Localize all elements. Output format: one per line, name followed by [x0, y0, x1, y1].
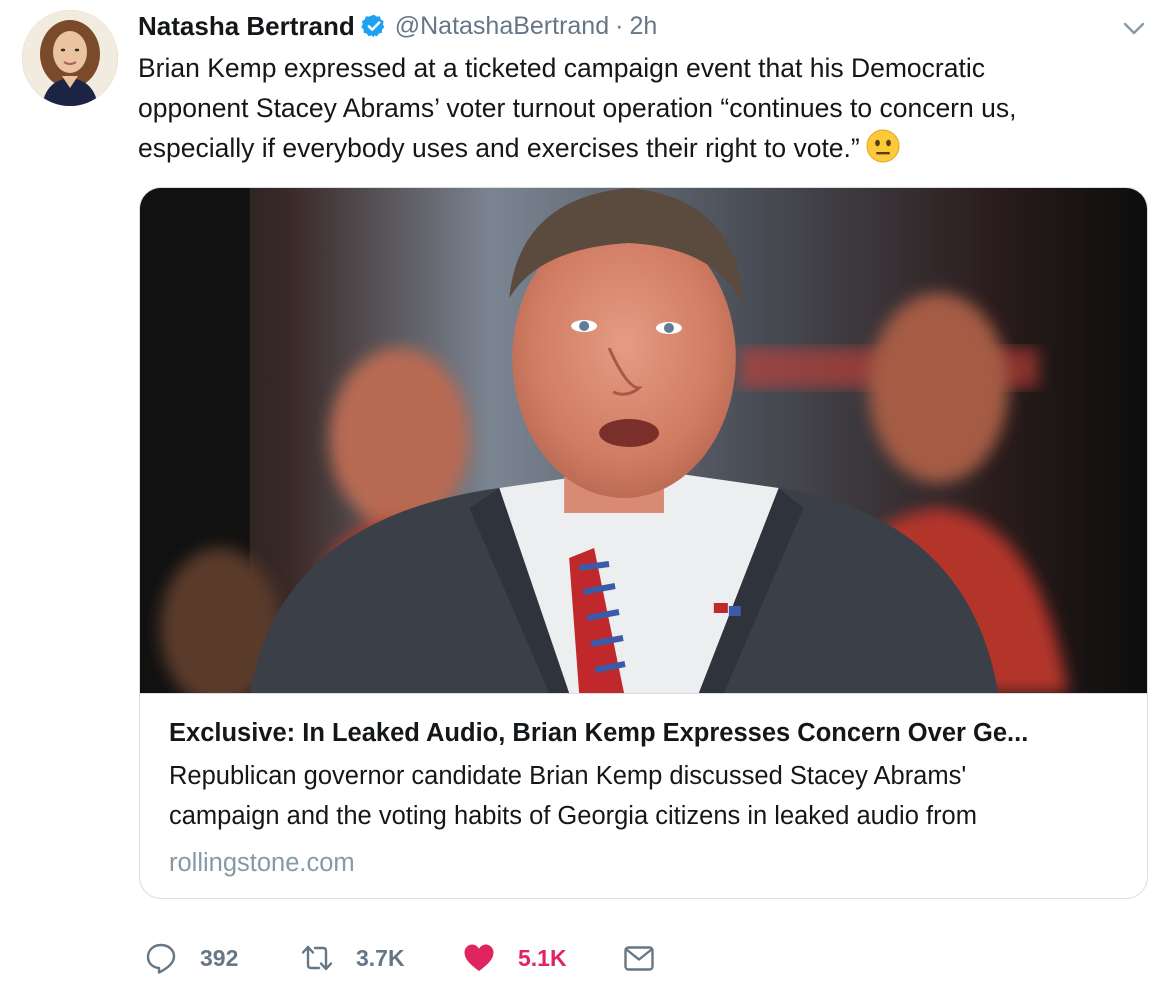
- card-description-line: Republican governor candidate Brian Kemp…: [169, 762, 967, 790]
- card-image[interactable]: [140, 188, 1147, 693]
- retweet-count: 3.7K: [356, 944, 405, 971]
- like-count: 5.1K: [518, 944, 567, 971]
- tweet-text: Brian Kemp expressed at a ticketed campa…: [138, 48, 1138, 168]
- reply-icon: [146, 943, 176, 974]
- avatar[interactable]: [22, 10, 118, 106]
- link-card[interactable]: Exclusive: In Leaked Audio, Brian Kemp E…: [139, 187, 1148, 899]
- tweet-text-line: Brian Kemp expressed at a ticketed campa…: [138, 53, 985, 83]
- card-photo: [140, 188, 1147, 693]
- verified-badge-icon: [361, 13, 387, 39]
- like-button[interactable]: 5.1K: [462, 936, 567, 980]
- card-title: Exclusive: In Leaked Audio, Brian Kemp E…: [169, 719, 1029, 747]
- heart-icon: [464, 944, 494, 971]
- card-body[interactable]: Exclusive: In Leaked Audio, Brian Kemp E…: [140, 693, 1147, 898]
- tweet-text-line-content: especially if everybody uses and exercis…: [138, 133, 860, 163]
- author-handle[interactable]: @NatashaBertrand: [395, 12, 609, 41]
- tweet: Natasha Bertrand @NatashaBertrand · 2h B…: [0, 0, 1172, 992]
- avatar-photo: [22, 10, 118, 106]
- retweet-icon: [301, 945, 333, 971]
- card-description: Republican governor candidate Brian Kemp…: [169, 756, 1129, 836]
- tweet-timestamp[interactable]: 2h: [629, 12, 657, 41]
- author-display-name[interactable]: Natasha Bertrand: [138, 11, 355, 42]
- direct-message-button[interactable]: [622, 936, 656, 980]
- chevron-down-icon[interactable]: [1120, 14, 1148, 42]
- separator-dot: ·: [615, 11, 624, 40]
- tweet-text-line-last: especially if everybody uses and exercis…: [138, 128, 1138, 168]
- retweet-button[interactable]: 3.7K: [300, 936, 405, 980]
- tweet-text-line: opponent Stacey Abrams’ voter turnout op…: [138, 93, 1017, 123]
- neutral-face-emoji-icon: [866, 129, 900, 163]
- reply-count: 392: [200, 944, 239, 971]
- tweet-header: Natasha Bertrand @NatashaBertrand · 2h: [138, 6, 657, 46]
- reply-button[interactable]: 392: [144, 936, 238, 980]
- envelope-icon: [624, 946, 654, 971]
- card-domain: rollingstone.com: [169, 849, 355, 877]
- card-description-line: campaign and the voting habits of Georgi…: [169, 802, 977, 830]
- tweet-actions: 392 3.7K 5.1K: [140, 936, 740, 980]
